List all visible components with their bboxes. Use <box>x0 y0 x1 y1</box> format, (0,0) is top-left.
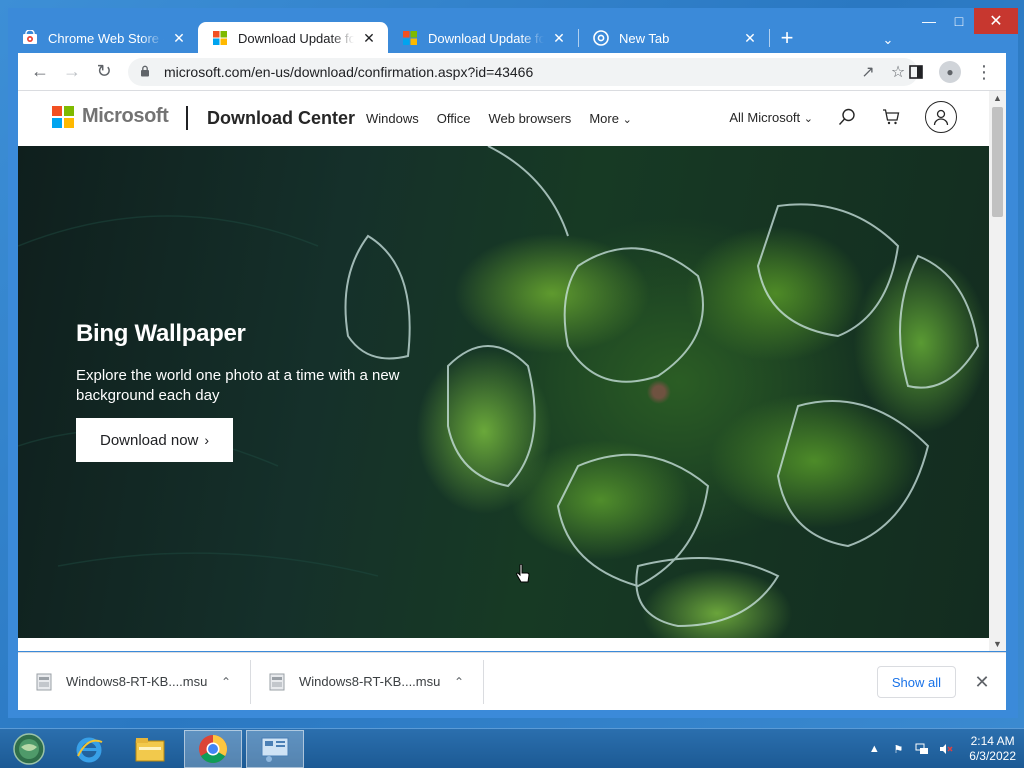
hero-text: Bing Wallpaper Explore the world one pho… <box>76 320 436 462</box>
reload-icon[interactable]: ↻ <box>88 56 120 88</box>
start-button[interactable] <box>0 730 58 768</box>
msu-file-icon <box>36 673 52 690</box>
folder-icon <box>135 738 165 762</box>
back-arrow-icon[interactable]: ← <box>24 56 56 88</box>
browser-toolbar: ← → ↻ microsoft.com/en-us/download/confi… <box>18 53 1006 91</box>
tab-close-icon[interactable]: ✕ <box>170 30 188 47</box>
taskbar-clock[interactable]: 2:14 AM 6/3/2022 <box>969 734 1016 764</box>
taskbar: ▲ ⚑ 2:14 AM 6/3/2022 <box>0 728 1024 768</box>
start-orb-icon <box>13 733 45 765</box>
msu-file-icon <box>269 673 285 690</box>
system-tray: ▲ ⚑ 2:14 AM 6/3/2022 <box>867 733 1016 765</box>
hero-banner: Bing Wallpaper Explore the world one pho… <box>18 146 989 638</box>
network-icon[interactable] <box>915 742 929 756</box>
microsoft-logo[interactable]: Microsoft <box>52 105 169 128</box>
page-viewport: Microsoft Download Center Windows Office… <box>18 91 1006 651</box>
download-item[interactable]: Windows8-RT-KB....msu ⌃ <box>251 659 484 704</box>
microsoft-logo-icon <box>213 31 227 45</box>
hero-description: Explore the world one photo at a time wi… <box>76 367 400 404</box>
hero-title: Bing Wallpaper <box>76 320 246 347</box>
chrome-web-store-icon <box>23 30 37 44</box>
ms-nav: Windows Office Web browsers More ⌄ <box>366 111 632 126</box>
nav-windows[interactable]: Windows <box>366 111 419 126</box>
chevron-down-icon: ⌄ <box>622 114 632 126</box>
scroll-up-arrow-icon[interactable]: ▲ <box>989 91 1006 105</box>
tab-title: Download Update for Windows <box>428 30 544 46</box>
file-explorer-taskbar-icon[interactable] <box>121 730 179 768</box>
menu-kebab-icon[interactable]: ⋮ <box>968 56 1000 88</box>
internet-explorer-taskbar-icon[interactable] <box>60 730 118 768</box>
person-icon: ● <box>939 61 961 83</box>
header-divider <box>186 106 188 130</box>
all-microsoft-label: All Microsoft <box>729 109 801 125</box>
nav-more[interactable]: More ⌄ <box>589 111 631 126</box>
tab-new-tab[interactable]: New Tab ✕ <box>579 22 769 54</box>
download-now-button[interactable]: Download now › <box>76 418 234 462</box>
new-tab-button[interactable]: + <box>770 22 804 54</box>
microsoft-wordmark: Microsoft <box>82 105 169 127</box>
profile-avatar[interactable]: ● <box>934 56 966 88</box>
show-all-button[interactable]: Show all <box>876 666 956 698</box>
tab-title: New Tab <box>619 30 670 46</box>
tab-close-icon[interactable]: ✕ <box>741 30 759 47</box>
download-item[interactable]: Windows8-RT-KB....msu ⌃ <box>18 659 251 704</box>
forward-arrow-icon[interactable]: → <box>56 56 88 88</box>
scroll-thumb[interactable] <box>992 107 1003 217</box>
tab-title: Download Update for Windows <box>238 30 354 46</box>
ms-header: Microsoft Download Center Windows Office… <box>18 91 989 146</box>
search-icon[interactable] <box>837 107 857 127</box>
address-bar[interactable]: microsoft.com/en-us/download/confirmatio… <box>128 58 918 86</box>
ms-header-right: All Microsoft ⌄ <box>729 101 957 133</box>
lock-icon[interactable] <box>140 65 156 80</box>
account-signin-icon[interactable] <box>925 101 957 133</box>
close-icon[interactable]: ✕ <box>970 670 994 694</box>
download-now-label: Download now <box>100 431 199 449</box>
chrome-icon <box>593 30 609 46</box>
chrome-taskbar-icon[interactable] <box>184 730 242 768</box>
all-microsoft-menu[interactable]: All Microsoft ⌄ <box>729 110 813 125</box>
microsoft-squares-icon <box>52 105 74 128</box>
url-text: microsoft.com/en-us/download/confirmatio… <box>164 64 534 80</box>
hand-pointer-cursor-icon <box>516 564 530 583</box>
chevron-up-icon[interactable]: ⌃ <box>214 675 238 689</box>
download-center-title[interactable]: Download Center <box>207 108 355 129</box>
tab-close-icon[interactable]: ✕ <box>360 30 378 47</box>
scroll-down-arrow-icon[interactable]: ▼ <box>989 637 1006 651</box>
action-center-flag-icon[interactable]: ⚑ <box>891 742 905 756</box>
chevron-right-icon: › <box>204 432 210 448</box>
tab-search-chevron-icon[interactable]: ⌄ <box>876 28 900 52</box>
control-panel-taskbar-icon[interactable] <box>246 730 304 768</box>
clock-time: 2:14 AM <box>970 734 1015 748</box>
tab-download-update-active[interactable]: Download Update for Windows ✕ <box>198 22 388 54</box>
show-hidden-icons-icon[interactable]: ▲ <box>867 742 881 756</box>
tab-download-update[interactable]: Download Update for Windows ✕ <box>388 22 578 54</box>
toolbar-right: ● ⋮ <box>900 56 1000 88</box>
download-filename: Windows8-RT-KB....msu <box>299 674 441 689</box>
internet-explorer-icon <box>76 737 103 763</box>
chevron-up-icon[interactable]: ⌃ <box>447 675 471 689</box>
side-panel-icon[interactable] <box>900 56 932 88</box>
chrome-icon <box>199 735 227 763</box>
clock-date: 6/3/2022 <box>969 749 1016 763</box>
nav-office[interactable]: Office <box>437 111 471 126</box>
tab-strip: Chrome Web Store - Extensions ✕ Download… <box>8 14 998 54</box>
page-scrollbar[interactable]: ▲ ▼ <box>989 91 1006 651</box>
share-icon[interactable]: ↗ <box>856 62 880 82</box>
tab-close-icon[interactable]: ✕ <box>550 30 568 47</box>
download-filename: Windows8-RT-KB....msu <box>66 674 208 689</box>
nav-web-browsers[interactable]: Web browsers <box>488 111 571 126</box>
control-panel-icon <box>261 737 289 762</box>
microsoft-logo-icon <box>403 31 417 45</box>
cart-icon[interactable] <box>881 107 901 127</box>
chevron-down-icon: ⌄ <box>803 112 813 125</box>
tab-title: Chrome Web Store - Extensions <box>48 30 164 46</box>
download-shelf: Windows8-RT-KB....msu ⌃ Windows8-RT-KB..… <box>18 652 1006 710</box>
nav-more-label: More <box>589 111 619 126</box>
volume-muted-icon[interactable] <box>939 742 953 756</box>
tab-chrome-web-store[interactable]: Chrome Web Store - Extensions ✕ <box>8 22 198 54</box>
